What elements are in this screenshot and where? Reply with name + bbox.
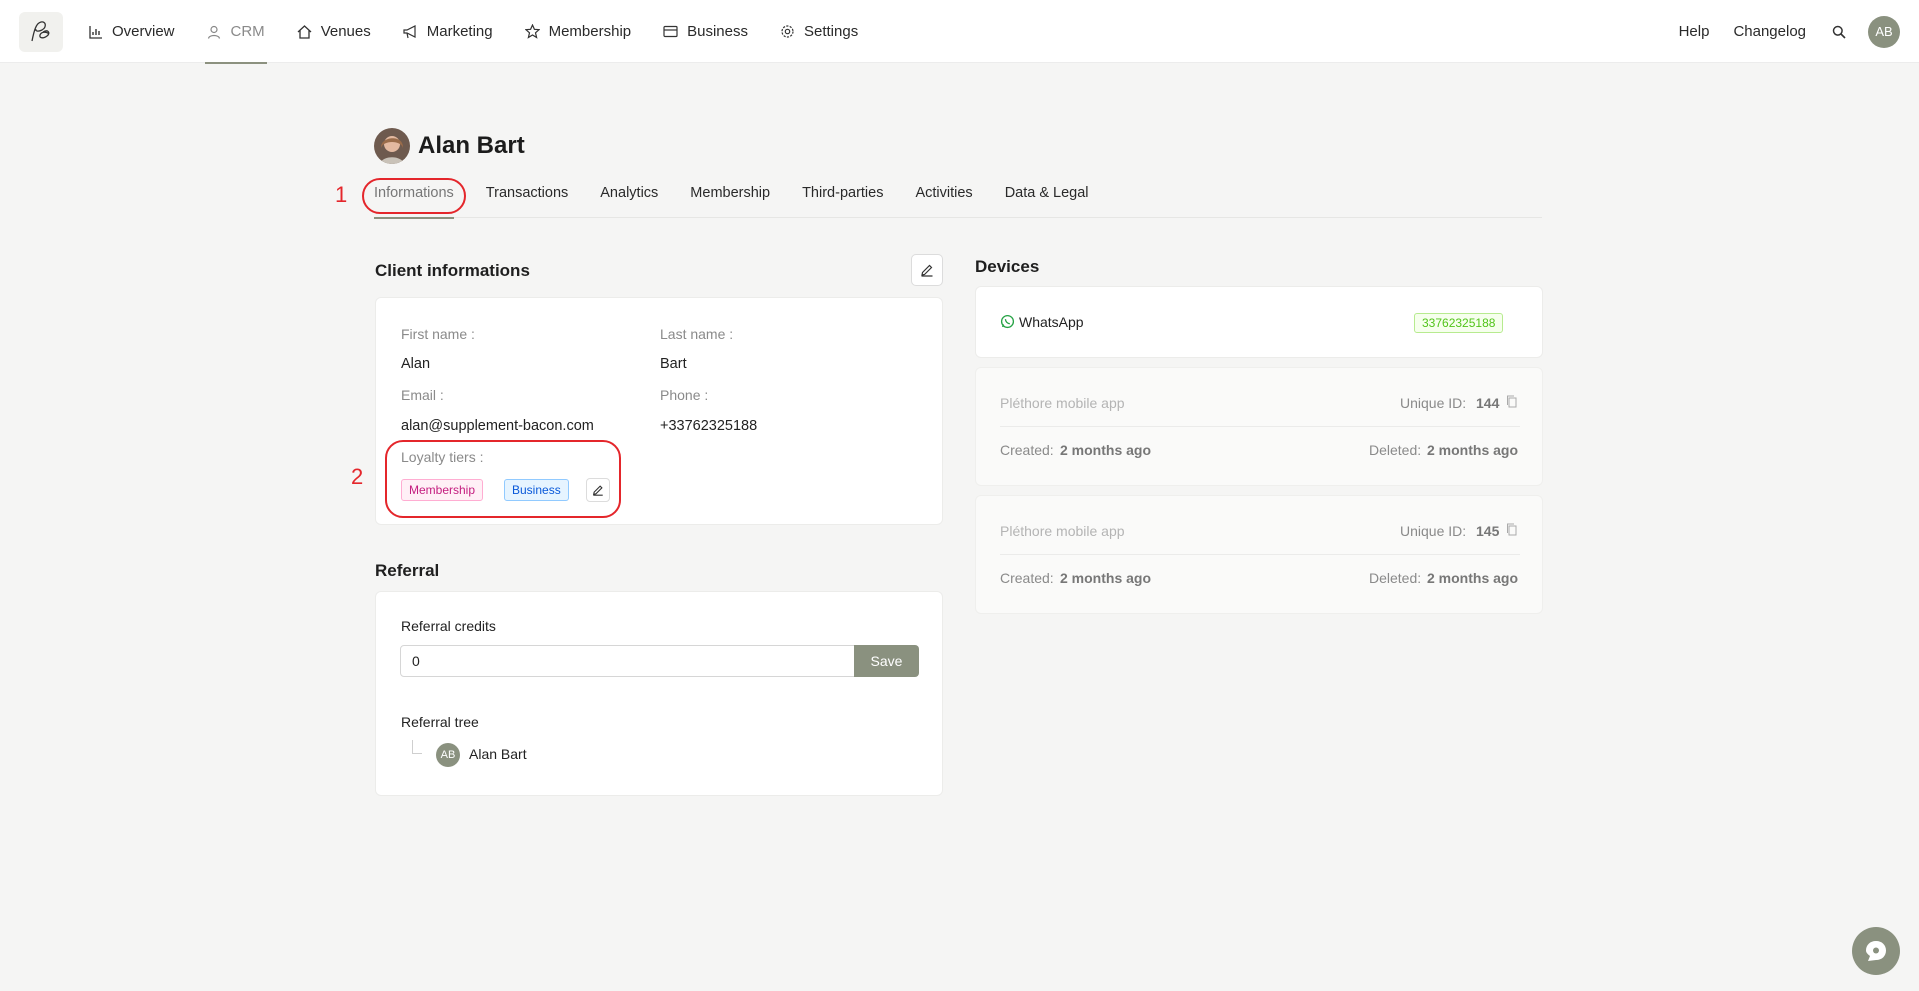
device-card-1: Pléthore mobile app Unique ID: 144 Creat… bbox=[975, 367, 1543, 486]
referral-credits-label: Referral credits bbox=[401, 618, 496, 634]
referral-title: Referral bbox=[375, 561, 440, 580]
help-link[interactable]: Help bbox=[1679, 23, 1710, 40]
nav-marketing-label: Marketing bbox=[426, 23, 493, 40]
nav-settings-label: Settings bbox=[804, 23, 859, 40]
copy-icon[interactable] bbox=[1506, 395, 1518, 413]
tab-activities[interactable]: Activities bbox=[915, 182, 972, 218]
nav-business[interactable]: Business bbox=[663, 0, 748, 63]
nav-membership[interactable]: Membership bbox=[524, 0, 632, 63]
divider bbox=[1000, 426, 1520, 427]
nav-crm[interactable]: CRM bbox=[204, 0, 267, 64]
whatsapp-label: WhatsApp bbox=[1019, 314, 1084, 330]
created-label: Created: bbox=[1000, 442, 1054, 458]
phone-label: Phone : bbox=[660, 387, 709, 403]
devices-title: Devices bbox=[975, 257, 1040, 276]
phone-value: +33762325188 bbox=[660, 418, 758, 434]
nav-venues[interactable]: Venues bbox=[297, 0, 371, 63]
avatar: AB bbox=[436, 743, 460, 767]
deleted-label: Deleted: bbox=[1369, 442, 1422, 458]
top-navbar: Overview CRM Venues Marketing Membership… bbox=[0, 0, 1919, 64]
nav-venues-label: Venues bbox=[320, 23, 371, 40]
annotation-circle-2 bbox=[385, 440, 621, 518]
profile-tabs: Informations Transactions Analytics Memb… bbox=[374, 182, 1542, 219]
profile-avatar bbox=[374, 128, 410, 164]
device-app-name: Pléthore mobile app bbox=[1000, 523, 1125, 539]
last-name-label: Last name : bbox=[660, 326, 734, 342]
nav-marketing[interactable]: Marketing bbox=[403, 0, 493, 63]
star-icon bbox=[524, 24, 540, 39]
unique-id-value: 144 bbox=[1476, 395, 1500, 411]
deleted-value: 2 months ago bbox=[1427, 570, 1519, 586]
search-icon[interactable] bbox=[1830, 23, 1848, 41]
created-value: 2 months ago bbox=[1060, 442, 1152, 458]
edit-client-button[interactable] bbox=[911, 254, 943, 286]
chat-icon bbox=[1866, 941, 1886, 961]
email-label: Email : bbox=[401, 387, 444, 403]
user-avatar[interactable]: AB bbox=[1868, 15, 1900, 48]
app-logo[interactable] bbox=[19, 12, 63, 52]
referral-card: Referral credits Referral tree bbox=[375, 591, 943, 796]
profile-header: Alan Bart bbox=[374, 128, 525, 164]
copy-icon[interactable] bbox=[1506, 523, 1518, 541]
nav-membership-label: Membership bbox=[548, 23, 632, 40]
nav-crm-label: CRM bbox=[230, 23, 265, 40]
tab-data-legal[interactable]: Data & Legal bbox=[1005, 182, 1089, 218]
logo-icon bbox=[31, 21, 50, 42]
first-name-label: First name : bbox=[401, 326, 475, 342]
tab-analytics[interactable]: Analytics bbox=[600, 182, 658, 218]
device-app-name: Pléthore mobile app bbox=[1000, 395, 1125, 411]
annotation-circle-1 bbox=[362, 178, 466, 214]
tab-third-parties[interactable]: Third-parties bbox=[802, 182, 883, 218]
first-name-value: Alan bbox=[401, 356, 431, 372]
created-label: Created: bbox=[1000, 570, 1054, 586]
last-name-value: Bart bbox=[660, 356, 687, 372]
tab-transactions[interactable]: Transactions bbox=[486, 182, 568, 218]
save-button[interactable]: Save bbox=[854, 645, 919, 677]
device-card-2: Pléthore mobile app Unique ID: 145 Creat… bbox=[975, 495, 1543, 614]
nav-overview[interactable]: Overview bbox=[88, 0, 175, 63]
referral-tree-label: Referral tree bbox=[401, 714, 479, 730]
nav-settings[interactable]: Settings bbox=[780, 0, 858, 63]
chat-support-button[interactable] bbox=[1852, 927, 1900, 975]
divider bbox=[1000, 554, 1520, 555]
card-icon bbox=[663, 24, 678, 39]
deleted-label: Deleted: bbox=[1369, 570, 1422, 586]
whatsapp-device-card: WhatsApp 33762325188 bbox=[975, 286, 1543, 358]
tab-membership[interactable]: Membership bbox=[690, 182, 770, 218]
home-icon bbox=[297, 24, 312, 39]
page-title: Alan Bart bbox=[418, 132, 525, 159]
tree-connector bbox=[412, 740, 422, 754]
email-value: alan@supplement-bacon.com bbox=[401, 418, 594, 434]
megaphone-icon bbox=[403, 24, 418, 39]
chart-icon bbox=[88, 24, 103, 39]
nav-overview-label: Overview bbox=[112, 23, 175, 40]
referral-tree-name[interactable]: Alan Bart bbox=[469, 746, 527, 762]
whatsapp-icon bbox=[1000, 314, 1015, 334]
changelog-link[interactable]: Changelog bbox=[1733, 23, 1806, 40]
deleted-value: 2 months ago bbox=[1427, 442, 1519, 458]
nav-business-label: Business bbox=[687, 23, 748, 40]
whatsapp-number-tag: 33762325188 bbox=[1414, 313, 1504, 333]
annotation-number-2: 2 bbox=[351, 464, 364, 489]
unique-id-label: Unique ID: bbox=[1400, 523, 1467, 539]
unique-id-value: 145 bbox=[1476, 523, 1500, 539]
pencil-icon bbox=[921, 264, 933, 277]
created-value: 2 months ago bbox=[1060, 570, 1152, 586]
user-icon bbox=[207, 24, 222, 39]
annotation-number-1: 1 bbox=[335, 182, 348, 207]
referral-credits-input[interactable] bbox=[400, 645, 855, 677]
gear-icon bbox=[780, 24, 795, 39]
unique-id-label: Unique ID: bbox=[1400, 395, 1467, 411]
client-info-title: Client informations bbox=[375, 261, 530, 280]
